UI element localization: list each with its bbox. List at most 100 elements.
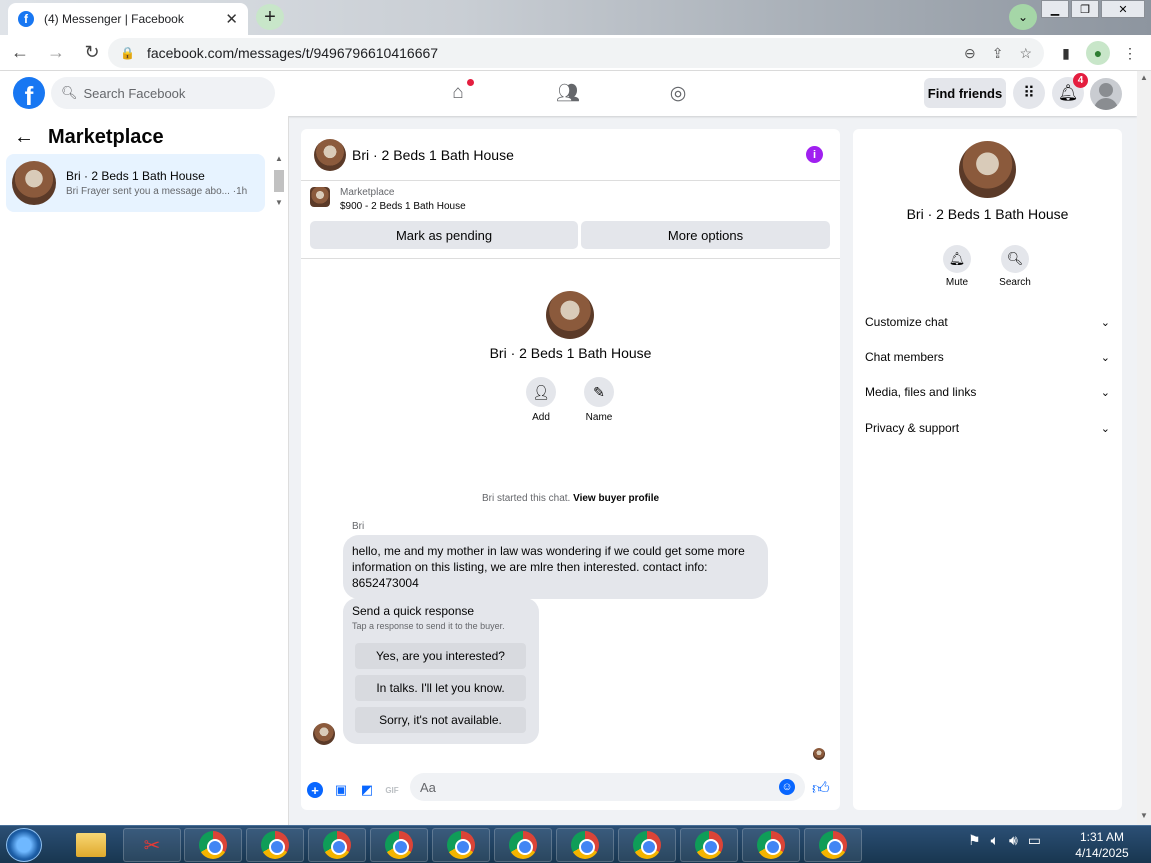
quick-response-option[interactable]: In talks. I'll let you know. (355, 675, 526, 701)
restore-button[interactable]: ❐ (1071, 0, 1099, 18)
add-people-action[interactable]: 👤︎ Add (511, 377, 571, 423)
media-files-links-section[interactable]: Media, files and links ⌄ (865, 385, 1110, 399)
browser-titlebar: f (4) Messenger | Facebook ✕ + ⌄ ▁ ❐ ✕ (0, 0, 1151, 35)
network-icon[interactable]: ▭ (1028, 832, 1041, 849)
chrome-taskbar-button[interactable] (370, 828, 428, 862)
notification-badge: 4 (1073, 73, 1088, 88)
thumbs-up-icon[interactable]: 👍︎ (812, 778, 830, 799)
chrome-taskbar-button[interactable] (804, 828, 862, 862)
browser-tab[interactable]: f (4) Messenger | Facebook ✕ (8, 3, 248, 35)
message-bubble[interactable]: hello, me and my mother in law was wonde… (343, 535, 768, 599)
action-center-flag-icon[interactable]: ⚑ (968, 832, 981, 849)
emoji-icon[interactable]: ☺ (779, 779, 795, 795)
search-action[interactable]: 🔍︎ Search (990, 245, 1040, 288)
scroll-thumb[interactable] (274, 170, 284, 192)
chrome-taskbar-button[interactable] (432, 828, 490, 862)
quick-response-option[interactable]: Yes, are you interested? (355, 643, 526, 669)
home-notification-dot (467, 79, 474, 86)
new-tab-button[interactable]: + (256, 4, 284, 30)
scroll-down-icon[interactable]: ▼ (275, 198, 283, 207)
file-explorer-taskbar-button[interactable] (62, 828, 120, 862)
volume-icon[interactable]: 🔊︎ (1009, 832, 1018, 849)
side-panel-icon[interactable]: ▮ (1054, 41, 1078, 65)
start-button[interactable] (6, 828, 42, 862)
more-options-button[interactable]: More options (581, 221, 830, 249)
menu-grid-icon[interactable]: ⠿ (1013, 77, 1045, 109)
page-scrollbar[interactable]: ▲ ▼ (1137, 71, 1151, 825)
scroll-up-icon[interactable]: ▲ (1140, 73, 1148, 82)
scroll-up-icon[interactable]: ▲ (275, 154, 283, 163)
message-avatar (313, 723, 335, 745)
chrome-taskbar-button[interactable] (680, 828, 738, 862)
quick-response-option[interactable]: Sorry, it's not available. (355, 707, 526, 733)
mute-action[interactable]: 🔔︎ Mute (932, 245, 982, 288)
zoom-icon[interactable]: ⊖ (964, 45, 976, 62)
add-label: Add (532, 412, 550, 423)
chrome-taskbar-button[interactable] (742, 828, 800, 862)
tab-close-icon[interactable]: ✕ (225, 10, 238, 28)
back-arrow-icon[interactable]: ← (4, 37, 36, 69)
chat-avatar[interactable] (314, 138, 346, 171)
tab-search-chevron-icon[interactable]: ⌄ (1009, 4, 1037, 30)
marketplace-label: Marketplace (340, 187, 395, 198)
browser-menu-icon[interactable]: ⋮ (1118, 41, 1142, 65)
thread-list-scrollbar[interactable]: ▲ ▼ (272, 154, 286, 210)
view-buyer-profile-link[interactable]: View buyer profile (573, 493, 659, 504)
chrome-icon (447, 831, 475, 859)
minimize-button[interactable]: ▁ (1041, 0, 1069, 18)
mark-as-pending-button[interactable]: Mark as pending (310, 221, 578, 249)
thread-item[interactable]: Bri · 2 Beds 1 Bath House Bri Frayer sen… (6, 154, 265, 212)
privacy-support-section[interactable]: Privacy & support ⌄ (865, 421, 1110, 435)
sticker-icon[interactable]: ◩ (359, 782, 375, 798)
chrome-taskbar-button[interactable] (556, 828, 614, 862)
marketplace-listing[interactable]: Marketplace $900 - 2 Beds 1 Bath House (310, 187, 466, 212)
groups-icon[interactable]: ◎ (666, 81, 690, 105)
back-arrow-icon[interactable]: ← (14, 126, 34, 149)
chat-members-section[interactable]: Chat members ⌄ (865, 350, 1110, 364)
system-clock[interactable]: 1:31 AM 4/14/2025 (1070, 829, 1134, 861)
address-bar[interactable]: 🔒 facebook.com/messages/t/94967966104166… (108, 38, 1044, 68)
facebook-logo[interactable]: f (13, 77, 45, 109)
chrome-taskbar-button[interactable] (494, 828, 552, 862)
reload-icon[interactable]: ↻ (76, 37, 108, 69)
name-chat-action[interactable]: ✎ Name (569, 377, 629, 423)
plus-icon[interactable]: + (307, 782, 323, 798)
add-person-icon[interactable]: 👤︎ (526, 377, 556, 407)
section-label: Customize chat (865, 315, 948, 329)
notifications-bell-icon[interactable]: 🔔︎ 4 (1052, 73, 1088, 109)
url-text: facebook.com/messages/t/9496796610416667 (146, 45, 439, 61)
share-icon[interactable]: ⇪ (992, 45, 1004, 62)
chrome-icon (385, 831, 413, 859)
home-icon[interactable]: ⌂ (446, 79, 474, 105)
chrome-taskbar-button[interactable] (184, 828, 242, 862)
window-close-button[interactable]: ✕ (1101, 0, 1145, 18)
customize-chat-section[interactable]: Customize chat ⌄ (865, 315, 1110, 329)
info-icon[interactable]: i (806, 146, 823, 163)
chrome-taskbar-button[interactable] (618, 828, 676, 862)
chrome-taskbar-button[interactable] (246, 828, 304, 862)
scroll-down-icon[interactable]: ▼ (1140, 811, 1148, 820)
profile-icon[interactable]: ● (1086, 41, 1110, 65)
pencil-icon[interactable]: ✎ (584, 377, 614, 407)
profile-name: Bri · 2 Beds 1 Bath House (489, 345, 652, 361)
message-input[interactable]: Aa ☺ (410, 773, 805, 801)
account-avatar[interactable] (1090, 78, 1122, 110)
forward-arrow-icon[interactable]: → (40, 37, 72, 69)
speaker-mute-icon[interactable]: 🔈︎ (991, 832, 999, 849)
search-icon[interactable]: 🔍︎ (1001, 245, 1029, 273)
find-friends-button[interactable]: Find friends (924, 78, 1006, 108)
facebook-search-input[interactable]: 🔍︎ Search Facebook (51, 77, 275, 109)
chevron-down-icon: ⌄ (1100, 316, 1110, 329)
gif-icon[interactable]: GIF (384, 782, 400, 798)
search-icon: 🔍︎ (61, 85, 78, 100)
chrome-taskbar-button[interactable] (308, 828, 366, 862)
chat-title[interactable]: Bri · 2 Beds 1 Bath House (352, 147, 514, 163)
friends-icon[interactable]: 👥︎ (556, 81, 580, 105)
message-placeholder: Aa (420, 779, 436, 795)
bell-icon[interactable]: 🔔︎ (943, 245, 971, 273)
chrome-icon (199, 831, 227, 859)
bookmark-star-icon[interactable]: ☆ (1019, 45, 1032, 62)
snipping-tool-taskbar-button[interactable]: ✂ (123, 828, 181, 862)
photo-icon[interactable]: ▣ (333, 782, 349, 798)
tab-title: (4) Messenger | Facebook (44, 12, 184, 26)
